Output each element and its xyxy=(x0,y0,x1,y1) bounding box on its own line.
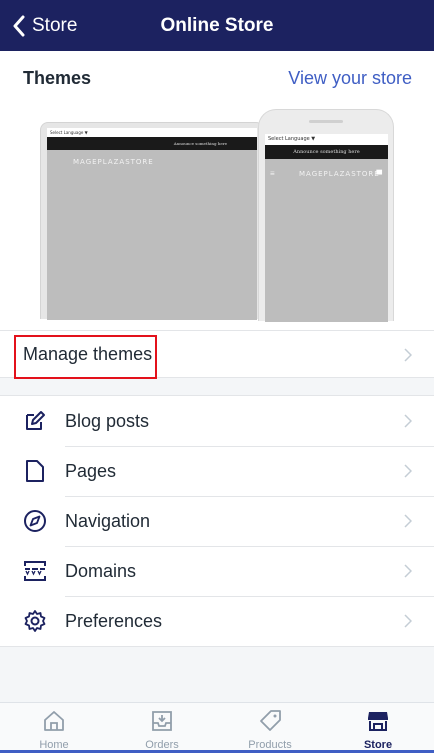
desktop-hero: MAGEPLAZASTORE xyxy=(47,150,257,320)
menu-item-label: Preferences xyxy=(65,611,163,631)
top-nav-bar: Store Online Store xyxy=(0,0,434,51)
chevron-right-icon xyxy=(404,348,412,362)
menu-item-preferences[interactable]: Preferences xyxy=(0,596,434,646)
menu-item-domains[interactable]: Domains xyxy=(0,546,434,596)
tab-store[interactable]: Store xyxy=(324,703,432,753)
desktop-language-bar: Select Language ▼ xyxy=(47,128,257,137)
desktop-announcement-bar: Announce something here xyxy=(47,137,257,150)
theme-preview[interactable]: Select Language ▼ Announce something her… xyxy=(40,109,400,322)
manage-themes-row[interactable]: Manage themes xyxy=(0,330,434,379)
chevron-right-icon xyxy=(404,564,412,578)
compass-icon xyxy=(23,509,47,533)
edit-icon xyxy=(23,409,47,433)
chevron-right-icon xyxy=(404,514,412,528)
menu-item-label: Pages xyxy=(65,461,117,481)
themes-card: Themes View your store Select Language ▼… xyxy=(0,51,434,330)
menu-item-blog-posts[interactable]: Blog posts xyxy=(0,396,434,446)
phone-speaker xyxy=(309,120,343,123)
store-icon xyxy=(368,712,388,731)
view-store-link[interactable]: View your store xyxy=(288,68,412,89)
tab-orders[interactable]: Orders xyxy=(108,703,216,753)
themes-heading: Themes xyxy=(23,68,92,88)
manage-themes-label: Manage themes xyxy=(23,344,153,364)
page-title: Online Store xyxy=(160,15,274,36)
orders-icon xyxy=(152,711,172,731)
domains-icon xyxy=(23,559,47,583)
store-menu-list: Blog posts Pages Navigation Domains Pref… xyxy=(0,395,434,647)
menu-item-pages[interactable]: Pages xyxy=(0,446,434,496)
phone-hero: ≡ MAGEPLAZASTORE ▀ xyxy=(265,159,388,322)
tab-products[interactable]: Products xyxy=(216,703,324,753)
hamburger-icon: ≡ xyxy=(270,169,275,178)
phone-language-bar: Select Language ▼ xyxy=(265,134,388,145)
tab-home[interactable]: Home xyxy=(0,703,108,753)
phone-brand-name: MAGEPLAZASTORE xyxy=(299,170,380,178)
chevron-right-icon xyxy=(404,414,412,428)
phone-preview: Select Language ▼ Announce something her… xyxy=(258,109,394,322)
bottom-tab-bar: Home Orders Products Store xyxy=(0,702,434,753)
phone-announcement-bar: Announce something here xyxy=(265,145,388,159)
menu-item-label: Domains xyxy=(65,561,137,581)
desktop-brand-name: MAGEPLAZASTORE xyxy=(73,158,154,166)
menu-item-label: Blog posts xyxy=(65,411,150,431)
desktop-preview: Select Language ▼ Announce something her… xyxy=(40,122,264,320)
home-icon xyxy=(44,711,64,731)
cart-icon: ▀ xyxy=(376,170,382,179)
tag-icon xyxy=(260,710,281,731)
menu-item-label: Navigation xyxy=(65,511,151,531)
menu-item-navigation[interactable]: Navigation xyxy=(0,496,434,546)
gear-icon xyxy=(23,609,47,633)
chevron-right-icon xyxy=(404,614,412,628)
chevron-right-icon xyxy=(404,464,412,478)
page-icon xyxy=(23,459,47,483)
